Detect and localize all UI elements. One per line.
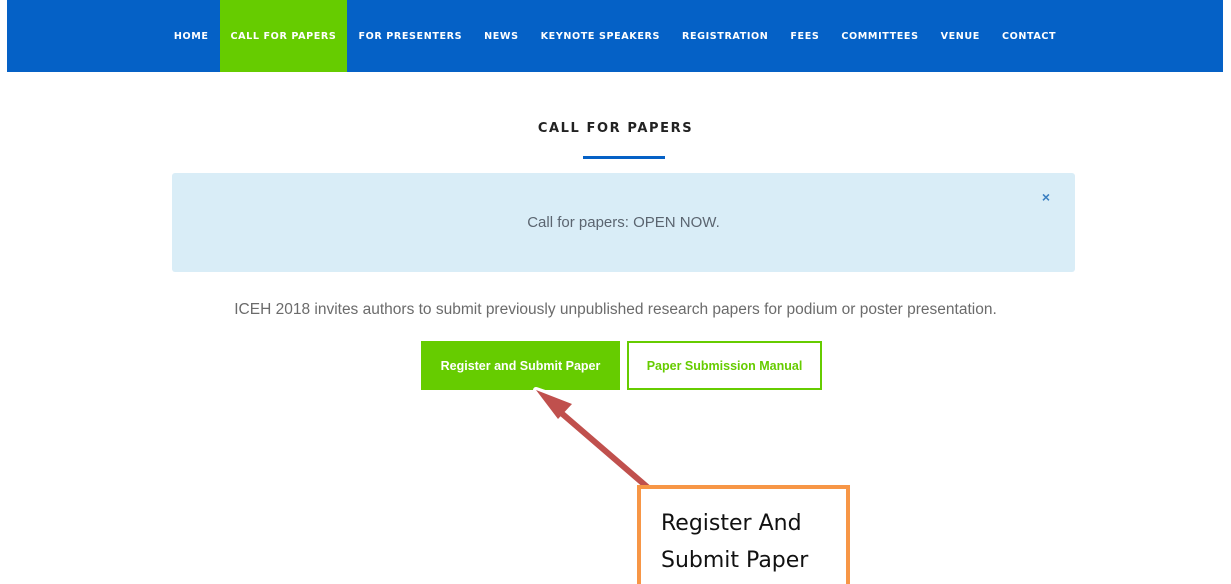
title-underline — [583, 156, 665, 159]
nav-item-committees[interactable]: COMMITTEES — [830, 0, 929, 72]
callout-line-1: Register And — [661, 511, 802, 536]
alert-text: Call for papers: OPEN NOW. — [527, 214, 720, 231]
info-alert: Call for papers: OPEN NOW. × — [172, 173, 1075, 272]
callout-text: Register And Submit Paper — [661, 505, 841, 579]
submission-manual-button[interactable]: Paper Submission Manual — [627, 341, 822, 390]
nav-item-registration[interactable]: REGISTRATION — [671, 0, 779, 72]
nav-item-keynote-speakers[interactable]: KEYNOTE SPEAKERS — [530, 0, 671, 72]
nav-item-venue[interactable]: VENUE — [930, 0, 991, 72]
top-navbar: HOME CALL FOR PAPERS FOR PRESENTERS NEWS… — [7, 0, 1223, 72]
nav-item-contact[interactable]: CONTACT — [991, 0, 1067, 72]
nav-item-home[interactable]: HOME — [163, 0, 220, 72]
page: HOME CALL FOR PAPERS FOR PRESENTERS NEWS… — [0, 0, 1231, 584]
page-title: CALL FOR PAPERS — [537, 121, 694, 136]
close-icon[interactable]: × — [1038, 189, 1054, 205]
annotation-arrow-icon — [533, 387, 666, 504]
nav-menu: HOME CALL FOR PAPERS FOR PRESENTERS NEWS… — [7, 0, 1223, 72]
nav-item-for-presenters[interactable]: FOR PRESENTERS — [347, 0, 473, 72]
nav-item-fees[interactable]: FEES — [779, 0, 830, 72]
register-submit-button[interactable]: Register and Submit Paper — [421, 341, 620, 390]
annotation-callout: Register And Submit Paper — [637, 485, 850, 584]
nav-item-news[interactable]: NEWS — [473, 0, 529, 72]
callout-line-2: Submit Paper — [661, 548, 809, 573]
nav-item-call-for-papers[interactable]: CALL FOR PAPERS — [219, 0, 348, 72]
intro-text: ICEH 2018 invites authors to submit prev… — [234, 301, 997, 318]
